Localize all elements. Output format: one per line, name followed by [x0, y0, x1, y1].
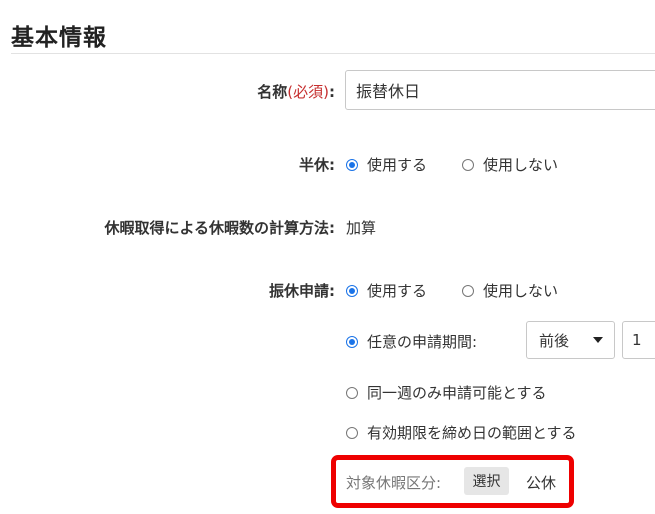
period-deadline-radio[interactable]: 有効期限を締め日の範囲とする	[346, 422, 577, 443]
substitute-request-label: 振休申請:	[269, 282, 335, 300]
name-label-text: 名称	[257, 83, 288, 101]
calc-method-label: 休暇取得による休暇数の計算方法:	[104, 219, 335, 237]
target-leave-value: 公休	[526, 474, 557, 492]
period-deadline-label: 有効期限を締め日の範囲とする	[367, 424, 577, 442]
name-label: 名称(必須):	[257, 81, 335, 102]
period-any-radio[interactable]: 任意の申請期間:	[346, 331, 477, 352]
caret-down-icon	[593, 337, 603, 343]
period-same-week-label: 同一週のみ申請可能とする	[367, 384, 547, 402]
range-number-input[interactable]	[622, 321, 655, 359]
half-day-use-label: 使用する	[367, 156, 428, 174]
radio-checked-icon	[346, 158, 358, 171]
range-select-value: 前後	[539, 331, 570, 350]
half-day-not-use-label: 使用しない	[483, 156, 559, 174]
calc-method-value: 加算	[346, 219, 377, 237]
radio-checked-icon	[346, 335, 358, 348]
period-same-week-radio[interactable]: 同一週のみ申請可能とする	[346, 382, 547, 403]
required-marker: (必須)	[287, 83, 329, 101]
radio-checked-icon	[346, 284, 358, 297]
half-day-label: 半休:	[299, 156, 335, 174]
section-title: 基本情報	[11, 25, 107, 51]
half-day-not-use-radio[interactable]: 使用しない	[462, 154, 558, 175]
substitute-use-label: 使用する	[367, 282, 428, 300]
name-input[interactable]	[345, 70, 655, 110]
radio-unchecked-icon	[462, 284, 474, 297]
section-divider	[11, 53, 655, 54]
basic-info-page: 基本情報 名称(必須): 半休: 使用する 使用しない 休暇取得による休暇数の計…	[0, 0, 655, 514]
substitute-not-use-radio[interactable]: 使用しない	[462, 280, 558, 301]
target-leave-label: 対象休暇区分:	[346, 474, 442, 492]
radio-unchecked-icon	[346, 426, 358, 439]
radio-unchecked-icon	[462, 158, 474, 171]
period-any-label: 任意の申請期間:	[367, 333, 478, 351]
substitute-use-radio[interactable]: 使用する	[346, 280, 427, 301]
substitute-not-use-label: 使用しない	[483, 282, 559, 300]
select-button[interactable]: 選択	[464, 467, 509, 495]
half-day-use-radio[interactable]: 使用する	[346, 154, 427, 175]
range-select[interactable]: 前後	[526, 321, 615, 359]
name-label-colon: :	[329, 83, 335, 101]
radio-unchecked-icon	[346, 386, 358, 399]
